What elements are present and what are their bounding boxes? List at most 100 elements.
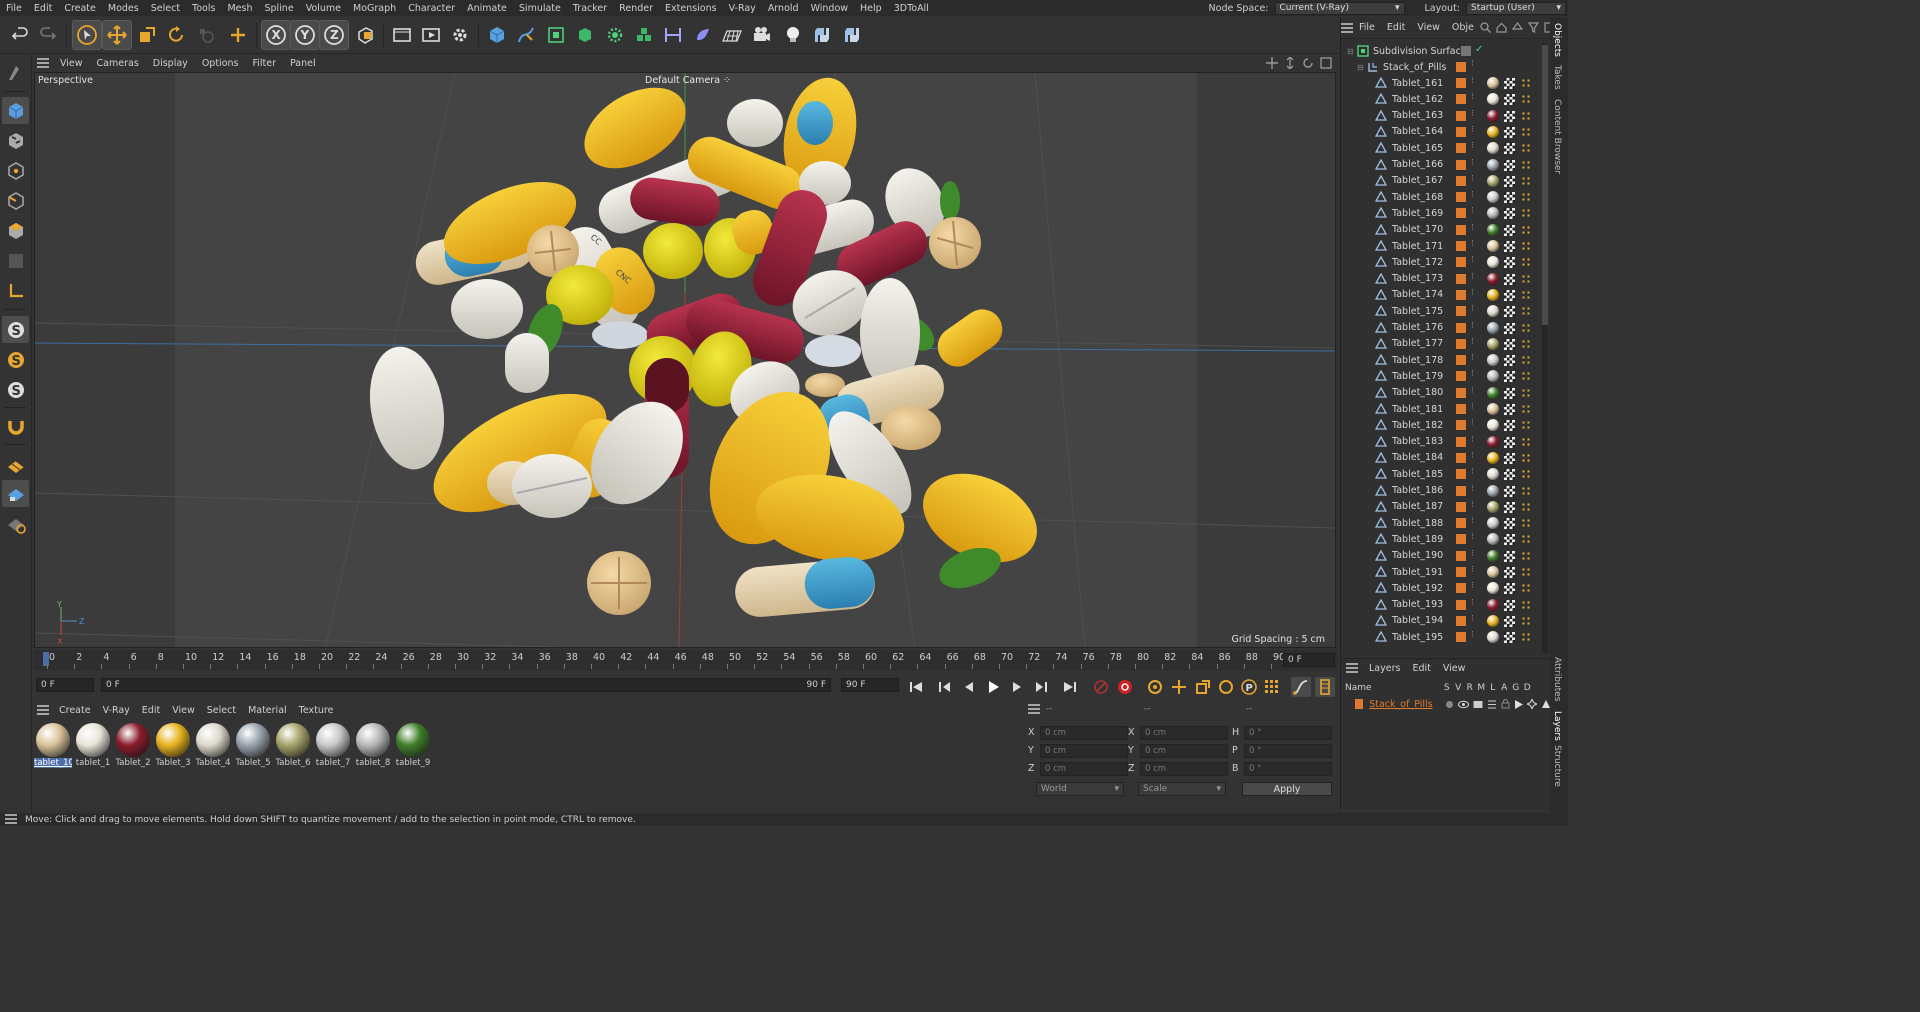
- tag-dots-icon[interactable]: [1521, 175, 1531, 186]
- polygon-mode-button[interactable]: [2, 217, 29, 244]
- locked-workplane-button[interactable]: [2, 480, 29, 507]
- coord-b-field[interactable]: 0 °: [1244, 762, 1332, 776]
- layer-row-stack-of-pills[interactable]: Stack_of_Pills: [1341, 697, 1551, 711]
- visibility-dots-icon[interactable]: ⁝: [1471, 239, 1474, 249]
- coord-x-field[interactable]: 0 cm: [1040, 726, 1128, 740]
- tag-dots-icon[interactable]: [1521, 143, 1531, 154]
- material-tablet-8[interactable]: tablet_8: [355, 722, 391, 770]
- keyframe-selection-button[interactable]: [1145, 677, 1165, 697]
- redo-button[interactable]: [34, 21, 62, 49]
- checker-tag-icon[interactable]: [1504, 404, 1515, 415]
- checker-tag-icon[interactable]: [1504, 550, 1515, 562]
- viewport-menu-display[interactable]: Display: [146, 58, 195, 69]
- collapse-toggle-icon[interactable]: ⊟: [1347, 47, 1355, 56]
- play-button[interactable]: [983, 677, 1003, 697]
- tag-dots-icon[interactable]: [1521, 404, 1531, 414]
- tag-dots-icon[interactable]: [1521, 599, 1531, 610]
- material-tag-icon[interactable]: [1487, 305, 1499, 318]
- timeline-ruler[interactable]: 0 2 4 6 8 10 12 14 16 18 20 22 24 26 28 30 32 34 36 38 40 42 4…: [33, 650, 1338, 670]
- pan-view-icon[interactable]: [1266, 57, 1278, 69]
- tree-row-tablet-185[interactable]: Tablet_185 ⁝: [1341, 466, 1541, 482]
- material-tag-icon[interactable]: [1487, 77, 1499, 89]
- tree-row-tablet-170[interactable]: Tablet_170 ⁝: [1341, 222, 1541, 238]
- timeline-window-button[interactable]: [1315, 677, 1335, 697]
- checker-tag-icon[interactable]: [1504, 371, 1515, 383]
- menu-help[interactable]: Help: [854, 3, 888, 14]
- checker-tag-icon[interactable]: [1504, 322, 1515, 334]
- render-view-button[interactable]: [388, 21, 416, 49]
- checker-tag-icon[interactable]: [1504, 632, 1515, 644]
- tag-dots-icon[interactable]: [1521, 420, 1531, 431]
- tree-row-tablet-176[interactable]: Tablet_176 ⁝: [1341, 320, 1541, 336]
- material-tag-icon[interactable]: [1487, 566, 1499, 578]
- visibility-dots-icon[interactable]: ⁝: [1471, 435, 1474, 445]
- checker-tag-icon[interactable]: [1504, 208, 1515, 220]
- menu-extensions[interactable]: Extensions: [659, 3, 723, 14]
- material-menu-select[interactable]: Select: [201, 705, 242, 716]
- material-menu-v-ray[interactable]: V-Ray: [97, 705, 136, 716]
- visibility-dots-icon[interactable]: ⁝: [1471, 418, 1474, 428]
- tree-row-tablet-180[interactable]: Tablet_180 ⁝: [1341, 385, 1541, 401]
- checker-tag-icon[interactable]: [1504, 583, 1515, 595]
- visibility-dots-icon[interactable]: ⁝: [1471, 516, 1474, 526]
- extrude-button[interactable]: [571, 21, 599, 49]
- material-tag-icon[interactable]: [1487, 158, 1499, 171]
- material-tablet-3[interactable]: Tablet_3: [155, 722, 191, 770]
- material-tablet-5[interactable]: Tablet_5: [235, 722, 271, 770]
- checker-tag-icon[interactable]: [1504, 615, 1515, 627]
- point-mode-button[interactable]: [2, 157, 29, 184]
- material-tag-icon[interactable]: [1487, 419, 1499, 432]
- recent-tools-button[interactable]: [192, 21, 220, 49]
- layer-menu-icon[interactable]: [1341, 663, 1363, 673]
- visibility-dots-icon[interactable]: ⁝: [1471, 500, 1474, 510]
- key-rotation-button[interactable]: [1216, 677, 1236, 697]
- status-menu-icon[interactable]: [5, 814, 17, 826]
- side-tab-structure[interactable]: Structure: [1552, 745, 1562, 787]
- side-tab-content-browser[interactable]: Content Browser: [1552, 99, 1562, 174]
- magnet-tool-button[interactable]: [2, 413, 29, 440]
- menu-mograph[interactable]: MoGraph: [347, 3, 402, 14]
- object-menu-view[interactable]: View: [1411, 22, 1446, 33]
- menu-modes[interactable]: Modes: [102, 3, 145, 14]
- object-list-scrollbar[interactable]: [1542, 43, 1548, 653]
- tree-row-tablet-168[interactable]: Tablet_168 ⁝: [1341, 189, 1541, 205]
- visibility-dots-icon[interactable]: ⁝: [1471, 223, 1474, 233]
- y-axis-lock-button[interactable]: Y: [290, 20, 320, 50]
- layer-column-name[interactable]: Name: [1341, 683, 1441, 693]
- menu-mesh[interactable]: Mesh: [221, 3, 258, 14]
- material-tag-icon[interactable]: [1487, 500, 1499, 513]
- visibility-dots-icon[interactable]: ⁝: [1471, 272, 1474, 282]
- tree-row-tablet-188[interactable]: Tablet_188 ⁝: [1341, 515, 1541, 531]
- material-tag-icon[interactable]: [1487, 223, 1499, 236]
- solo-icon[interactable]: [1445, 700, 1454, 709]
- tree-row-tablet-187[interactable]: Tablet_187 ⁝: [1341, 499, 1541, 515]
- material-tag-icon[interactable]: [1487, 598, 1499, 611]
- key-position-button[interactable]: [1169, 677, 1189, 697]
- layer-color-swatch[interactable]: [1355, 699, 1364, 709]
- rotate-tool-button[interactable]: [162, 21, 190, 49]
- menu-character[interactable]: Character: [402, 3, 461, 14]
- material-tag-icon[interactable]: [1487, 354, 1499, 367]
- snap-settings-button[interactable]: S: [2, 346, 29, 373]
- visibility-dots-icon[interactable]: ⁝: [1471, 532, 1474, 542]
- layer-column-g[interactable]: G: [1510, 683, 1522, 693]
- menu-create[interactable]: Create: [58, 3, 102, 14]
- tree-row-tablet-171[interactable]: Tablet_171 ⁝: [1341, 238, 1541, 254]
- checker-tag-icon[interactable]: [1504, 289, 1515, 301]
- coordinate-system-button[interactable]: [351, 21, 379, 49]
- tag-dots-icon[interactable]: [1521, 306, 1531, 317]
- coord-h-field[interactable]: 0 °: [1244, 726, 1332, 740]
- node-space-dropdown[interactable]: Current (V-Ray) ▾: [1274, 1, 1405, 15]
- tag-dots-icon[interactable]: [1521, 550, 1531, 561]
- up-arrow-icon[interactable]: [1511, 22, 1523, 33]
- python-script-button[interactable]: [808, 21, 836, 49]
- cube-object-button[interactable]: [483, 21, 511, 49]
- tag-dots-icon[interactable]: [1521, 110, 1531, 121]
- menu-arnold[interactable]: Arnold: [762, 3, 805, 14]
- active-camera-label[interactable]: Default Camera ⁘: [645, 75, 731, 86]
- layer-column-d[interactable]: D: [1522, 683, 1534, 693]
- material-tag-icon[interactable]: [1487, 484, 1499, 497]
- material-tag-icon[interactable]: [1487, 272, 1499, 285]
- end-frame-field[interactable]: 0 F: [1283, 653, 1335, 667]
- x-axis-lock-button[interactable]: X: [261, 20, 291, 50]
